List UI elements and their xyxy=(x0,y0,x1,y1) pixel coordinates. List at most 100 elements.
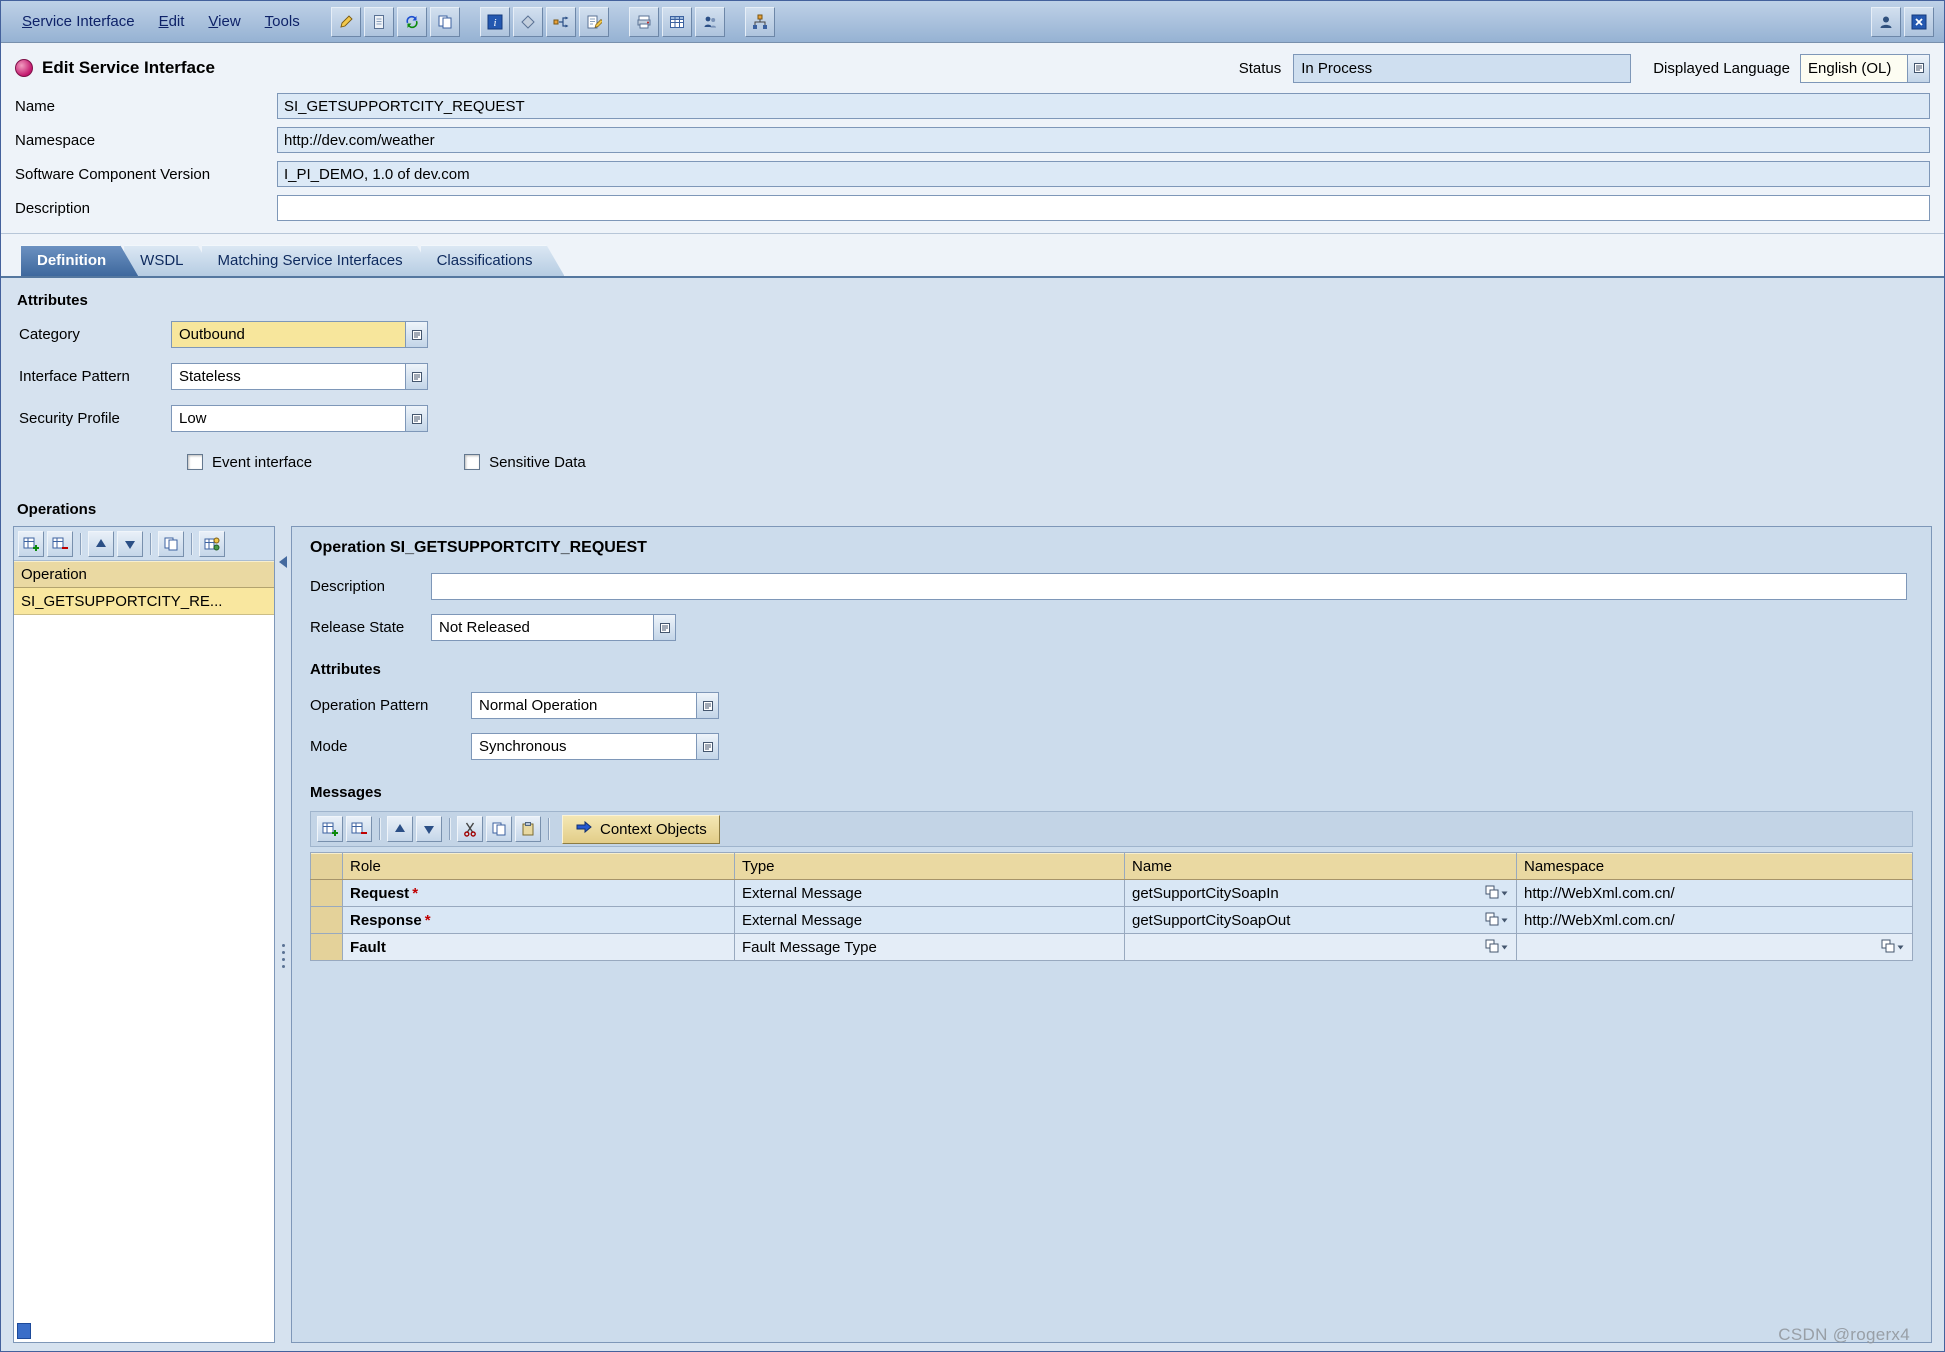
edit-list-icon[interactable] xyxy=(579,7,609,37)
security-profile-combo[interactable]: Low xyxy=(171,405,428,432)
dropdown-icon[interactable] xyxy=(653,615,675,640)
release-state-value: Not Released xyxy=(432,615,653,640)
value-help-icon[interactable] xyxy=(1485,912,1509,928)
operation-description-input[interactable] xyxy=(431,573,1907,600)
info-icon[interactable]: i xyxy=(480,7,510,37)
sessions-icon[interactable] xyxy=(695,7,725,37)
context-objects-button[interactable]: Context Objects xyxy=(562,815,720,844)
menu-view[interactable]: View xyxy=(197,9,251,34)
role-cell: Fault xyxy=(343,934,735,961)
move-down-icon[interactable] xyxy=(416,816,442,842)
panel-splitter[interactable] xyxy=(275,526,291,1343)
table-icon[interactable] xyxy=(662,7,692,37)
message-row-response: Response* External Message getSupportCit… xyxy=(311,907,1913,934)
add-row-icon[interactable] xyxy=(18,531,44,557)
release-state-combo[interactable]: Not Released xyxy=(431,614,676,641)
sensitive-data-checkbox[interactable] xyxy=(464,454,480,470)
row-selector[interactable] xyxy=(311,907,343,934)
category-combo[interactable]: Outbound xyxy=(171,321,428,348)
messages-table: Role Type Name Namespace Request* Extern… xyxy=(310,852,1913,961)
status-field: In Process xyxy=(1293,54,1631,83)
print-icon[interactable] xyxy=(629,7,659,37)
diamond-icon[interactable] xyxy=(513,7,543,37)
document-icon[interactable] xyxy=(364,7,394,37)
assign-icon[interactable] xyxy=(199,531,225,557)
dropdown-icon[interactable] xyxy=(405,406,427,431)
close-icon[interactable] xyxy=(1904,7,1934,37)
language-combo[interactable]: English (OL) xyxy=(1800,54,1930,83)
panel-grip[interactable] xyxy=(17,1323,31,1339)
value-help-icon[interactable] xyxy=(1485,885,1509,901)
service-interface-icon xyxy=(15,59,33,77)
row-selector[interactable] xyxy=(311,934,343,961)
toolbar-group-edit xyxy=(331,7,460,37)
column-name: Name xyxy=(1125,853,1517,880)
pencil-icon[interactable] xyxy=(331,7,361,37)
mode-combo[interactable]: Synchronous xyxy=(471,733,719,760)
name-cell[interactable] xyxy=(1125,934,1517,961)
description-input[interactable] xyxy=(277,195,1930,221)
event-interface-checkbox[interactable] xyxy=(187,454,203,470)
attributes-heading: Attributes xyxy=(17,292,1932,309)
tab-classifications[interactable]: Classifications xyxy=(421,245,565,276)
namespace-label: Namespace xyxy=(15,132,277,149)
dropdown-icon[interactable] xyxy=(405,322,427,347)
operation-description-label: Description xyxy=(310,578,431,595)
role-cell: Response* xyxy=(343,907,735,934)
copy-icon[interactable] xyxy=(430,7,460,37)
operation-attributes-heading: Attributes xyxy=(310,661,1913,678)
delete-row-icon[interactable] xyxy=(346,816,372,842)
tab-definition[interactable]: Definition xyxy=(21,245,138,276)
type-cell: External Message xyxy=(735,880,1125,907)
dropdown-icon[interactable] xyxy=(1907,55,1929,82)
name-cell[interactable]: getSupportCitySoapOut xyxy=(1125,907,1517,934)
cut-icon[interactable] xyxy=(457,816,483,842)
interface-pattern-combo[interactable]: Stateless xyxy=(171,363,428,390)
namespace-field: http://dev.com/weather xyxy=(277,127,1930,153)
menu-edit[interactable]: Edit xyxy=(148,9,196,34)
object-header: Edit Service Interface Status In Process… xyxy=(1,43,1944,234)
refresh-icon[interactable] xyxy=(397,7,427,37)
operations-column-header: Operation xyxy=(14,561,274,588)
operation-list-item-selected[interactable]: SI_GETSUPPORTCITY_RE... xyxy=(14,588,274,615)
collapse-left-icon[interactable] xyxy=(279,556,287,568)
copy-icon[interactable] xyxy=(486,816,512,842)
name-cell[interactable]: getSupportCitySoapIn xyxy=(1125,880,1517,907)
namespace-cell[interactable] xyxy=(1517,934,1913,961)
toolbar-group-output xyxy=(629,7,725,37)
menu-tools[interactable]: Tools xyxy=(254,9,311,34)
namespace-cell[interactable]: http://WebXml.com.cn/ xyxy=(1517,907,1913,934)
paste-icon[interactable] xyxy=(515,816,541,842)
where-used-icon[interactable] xyxy=(546,7,576,37)
value-help-icon[interactable] xyxy=(1485,939,1509,955)
messages-toolbar: Context Objects xyxy=(310,811,1913,847)
move-down-icon[interactable] xyxy=(117,531,143,557)
copy-icon[interactable] xyxy=(158,531,184,557)
move-up-icon[interactable] xyxy=(387,816,413,842)
operation-pattern-combo[interactable]: Normal Operation xyxy=(471,692,719,719)
dropdown-icon[interactable] xyxy=(405,364,427,389)
software-component-version-field: I_PI_DEMO, 1.0 of dev.com xyxy=(277,161,1930,187)
dropdown-icon[interactable] xyxy=(696,734,718,759)
namespace-cell[interactable]: http://WebXml.com.cn/ xyxy=(1517,880,1913,907)
category-label: Category xyxy=(19,326,171,343)
row-selector[interactable] xyxy=(311,880,343,907)
mode-value: Synchronous xyxy=(472,734,696,759)
toolbar-group-info: i xyxy=(480,7,609,37)
language-value: English (OL) xyxy=(1801,55,1907,82)
user-icon[interactable] xyxy=(1871,7,1901,37)
interface-pattern-value: Stateless xyxy=(172,364,405,389)
tab-matching-service-interfaces[interactable]: Matching Service Interfaces xyxy=(202,245,435,276)
delete-row-icon[interactable] xyxy=(47,531,73,557)
move-up-icon[interactable] xyxy=(88,531,114,557)
definition-tab-content: Attributes Category Outbound Interface P… xyxy=(1,276,1944,1351)
menu-service-interface[interactable]: Service Interface xyxy=(11,9,146,34)
operation-detail-panel: Operation SI_GETSUPPORTCITY_REQUEST Desc… xyxy=(291,526,1932,1343)
dropdown-icon[interactable] xyxy=(696,693,718,718)
splitter-handle[interactable] xyxy=(282,944,285,968)
hierarchy-icon[interactable] xyxy=(745,7,775,37)
operation-pattern-value: Normal Operation xyxy=(472,693,696,718)
value-help-icon[interactable] xyxy=(1881,939,1905,955)
add-row-icon[interactable] xyxy=(317,816,343,842)
software-component-version-label: Software Component Version xyxy=(15,166,277,183)
